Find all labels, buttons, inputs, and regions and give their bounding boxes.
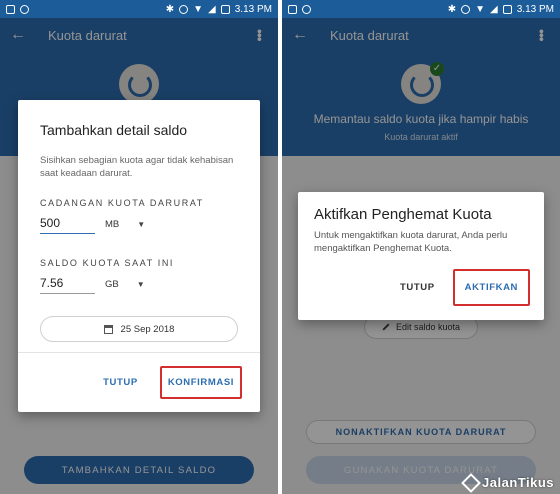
activate-button[interactable]: AKTIFKAN	[452, 269, 530, 306]
notification-icon	[288, 4, 297, 14]
current-balance-input[interactable]: 7.56	[40, 276, 95, 294]
signal-icon: ◢	[208, 3, 216, 15]
notification-icon	[6, 4, 15, 14]
current-balance-label: SALDO KUOTA SAAT INI	[40, 258, 175, 268]
signal-icon: ◢	[490, 3, 498, 15]
dropdown-arrow-icon[interactable]: ▼	[137, 280, 145, 294]
left-phone-screen: ✱ ▼ ◢ 3.13 PM ← Kuota darurat ••• TAMBAH…	[0, 0, 278, 494]
dialog-description: Untuk mengaktifkan kuota darurat, Anda p…	[314, 230, 508, 254]
battery-icon	[502, 4, 512, 14]
wifi-icon: ▼	[475, 3, 486, 15]
status-bar: ✱ ▼ ◢ 3.13 PM	[282, 0, 560, 18]
right-phone-screen: ✱ ▼ ◢ 3.13 PM ← Kuota darurat ••• ✓ Mema…	[282, 0, 560, 494]
dialog-title: Tambahkan detail saldo	[40, 122, 188, 138]
dialog-title: Aktifkan Penghemat Kuota	[314, 206, 492, 223]
app-notification-icon	[20, 4, 29, 14]
watermark-text: JalanTikus	[482, 475, 554, 490]
jalantikus-logo-icon	[461, 472, 481, 493]
wifi-icon: ▼	[193, 3, 204, 15]
close-button[interactable]: TUTUP	[400, 282, 435, 293]
calendar-icon	[103, 324, 113, 334]
status-time: 3.13 PM	[516, 3, 554, 15]
reserve-unit-select[interactable]: MB	[105, 219, 119, 234]
app-notification-icon	[302, 4, 311, 14]
watermark: JalanTikus	[461, 472, 554, 493]
bluetooth-icon: ✱	[165, 3, 175, 15]
battery-icon	[220, 4, 230, 14]
reserve-quota-label: CADANGAN KUOTA DARURAT	[40, 198, 204, 208]
date-value: 25 Sep 2018	[120, 323, 175, 335]
dropdown-arrow-icon[interactable]: ▼	[137, 220, 145, 234]
balance-unit-select[interactable]: GB	[105, 279, 119, 294]
balance-detail-dialog: Tambahkan detail saldo Sisihkan sebagian…	[18, 100, 260, 412]
date-picker-button[interactable]: 25 Sep 2018	[40, 316, 238, 342]
vibrate-icon	[179, 4, 189, 14]
confirm-button[interactable]: KONFIRMASI	[159, 366, 242, 399]
status-time: 3.13 PM	[234, 3, 272, 15]
dialog-description: Sisihkan sebagian kuota agar tidak kehab…	[40, 155, 234, 179]
reserve-quota-input[interactable]: 500	[40, 216, 95, 234]
vibrate-icon	[461, 4, 471, 14]
activate-saver-dialog: Aktifkan Penghemat Kuota Untuk mengaktif…	[298, 192, 544, 320]
dialog-actions: TUTUP AKTIFKAN	[298, 269, 544, 306]
bluetooth-icon: ✱	[447, 3, 457, 15]
dialog-actions: TUTUP KONFIRMASI	[18, 352, 260, 412]
status-bar: ✱ ▼ ◢ 3.13 PM	[0, 0, 278, 18]
close-button[interactable]: TUTUP	[103, 377, 138, 388]
